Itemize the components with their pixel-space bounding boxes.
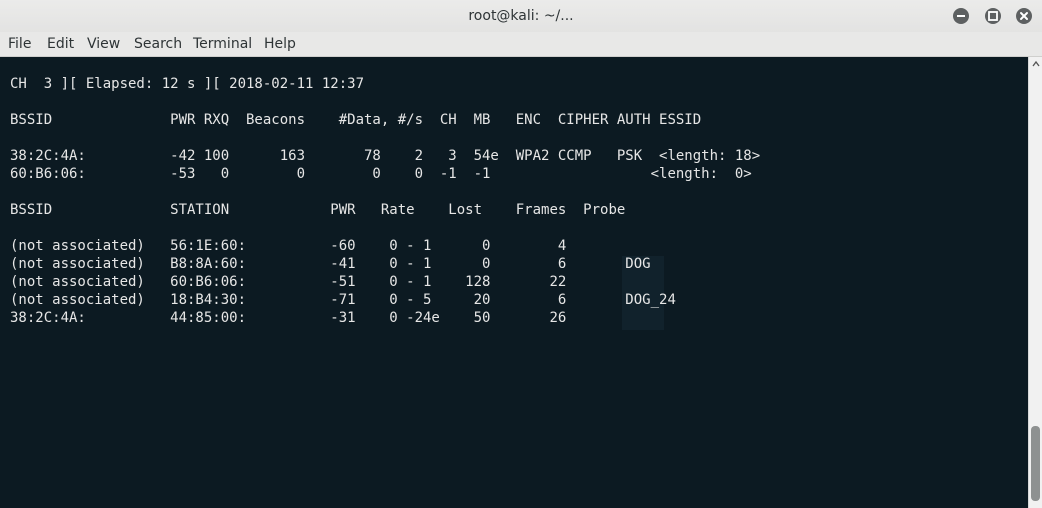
station-row: (not associated) B8:8A:60: -41 0 - 1 0 6… [10,256,651,272]
menu-file[interactable]: File [8,32,31,56]
status-line: CH 3 ][ Elapsed: 12 s ][ 2018-02-11 12:3… [10,76,365,92]
close-button[interactable] [1016,8,1032,24]
station-row: (not associated) 60:B6:06: -51 0 - 1 128… [10,274,567,290]
window-title: root@kali: ~/... [468,8,574,24]
close-icon [1020,12,1028,20]
minimize-icon [957,15,965,17]
menu-edit[interactable]: Edit [47,32,74,56]
scroll-up-arrow-icon[interactable] [1031,59,1041,69]
terminal-window: root@kali: ~/... File Edit View Search T… [0,0,1042,508]
menu-terminal[interactable]: Terminal [193,32,252,56]
menu-bar: File Edit View Search Terminal Help [0,32,1042,57]
maximize-icon [988,11,998,21]
ap-table-header: BSSID PWR RXQ Beacons #Data, #/s CH MB E… [10,112,702,128]
station-row: 38:2C:4A: 44:85:00: -31 0 -24e 50 26 [10,310,567,326]
terminal-output[interactable]: CH 3 ][ Elapsed: 12 s ][ 2018-02-11 12:3… [0,57,1028,508]
menu-search[interactable]: Search [134,32,182,56]
ap-row: 60:B6:06: -53 0 0 0 0 -1 -1 <length: 0> [10,166,752,182]
menu-view[interactable]: View [87,32,120,56]
station-table-header: BSSID STATION PWR Rate Lost Frames Probe [10,202,626,218]
vertical-scrollbar[interactable] [1028,57,1042,508]
menu-help[interactable]: Help [264,32,296,56]
scrollbar-thumb[interactable] [1031,426,1040,501]
maximize-button[interactable] [985,8,1001,24]
title-bar[interactable]: root@kali: ~/... [0,0,1042,33]
minimize-button[interactable] [953,8,969,24]
station-row: (not associated) 18:B4:30: -71 0 - 5 20 … [10,292,676,308]
ap-row: 38:2C:4A: -42 100 163 78 2 3 54e WPA2 CC… [10,148,761,164]
station-row: (not associated) 56:1E:60: -60 0 - 1 0 4 [10,238,567,254]
